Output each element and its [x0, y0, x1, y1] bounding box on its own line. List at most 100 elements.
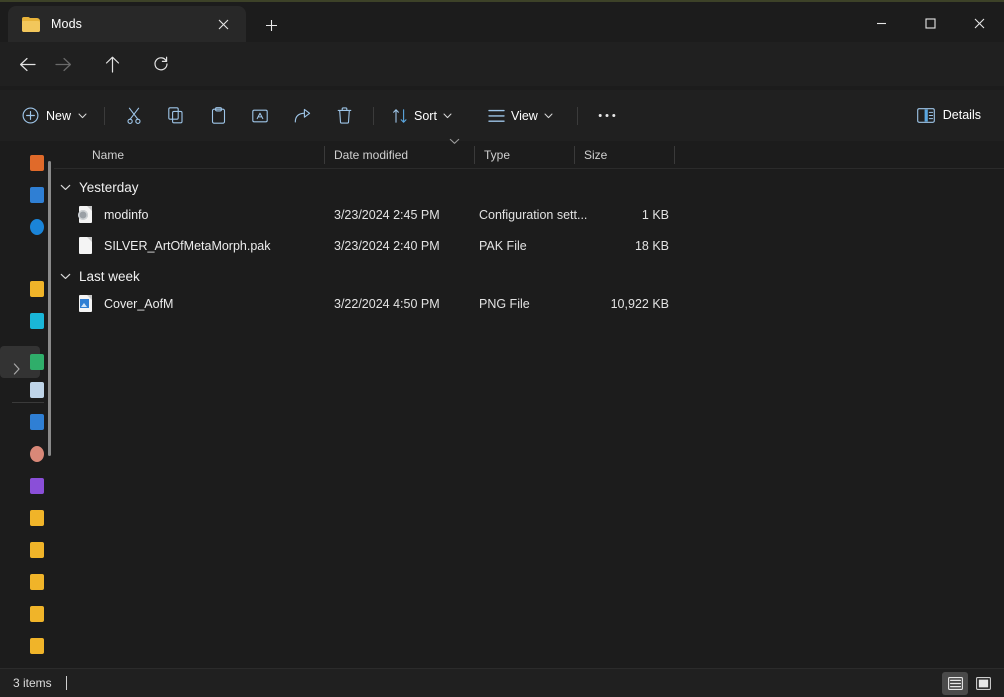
- group-header-label: Yesterday: [79, 180, 139, 195]
- config-file-icon: [78, 206, 93, 224]
- nav-pane-item[interactable]: [30, 446, 44, 462]
- file-size-cell: 18 KB: [554, 239, 669, 253]
- sort-indicator-icon: [449, 138, 460, 145]
- tab-strip: Mods: [0, 2, 1004, 42]
- refresh-button[interactable]: [143, 48, 179, 80]
- view-button-label: View: [511, 109, 538, 123]
- rename-button[interactable]: [243, 100, 277, 132]
- nav-pane-item[interactable]: [30, 414, 44, 430]
- image-file-icon: [78, 295, 93, 313]
- view-button[interactable]: View: [480, 100, 561, 132]
- view-lines-icon: [488, 109, 505, 123]
- file-type-cell: PNG File: [479, 297, 530, 311]
- nav-pane-item[interactable]: [30, 187, 44, 203]
- chevron-down-icon: [60, 184, 71, 191]
- nav-pane-expand-icon[interactable]: [8, 360, 26, 378]
- group-header-yesterday[interactable]: Yesterday: [60, 175, 139, 199]
- file-name: SILVER_ArtOfMetaMorph.pak: [104, 239, 271, 253]
- nav-pane-item[interactable]: [30, 542, 44, 558]
- ellipsis-icon: [598, 113, 616, 118]
- scissors-icon: [126, 107, 142, 124]
- nav-pane-item[interactable]: [30, 638, 44, 654]
- file-date-cell: 3/22/2024 4:50 PM: [334, 297, 440, 311]
- column-header-type[interactable]: Type: [474, 141, 574, 169]
- chevron-down-icon: [60, 273, 71, 280]
- file-type-cell: PAK File: [479, 239, 527, 253]
- clipboard-icon: [211, 107, 226, 124]
- chevron-down-icon: [78, 113, 87, 119]
- column-header-name[interactable]: Name: [82, 141, 324, 169]
- nav-pane-item[interactable]: [30, 281, 44, 297]
- details-view-toggle[interactable]: [942, 672, 968, 695]
- nav-pane-item[interactable]: [30, 606, 44, 622]
- table-row[interactable]: Cover_AofM 3/22/2024 4:50 PM PNG File 10…: [54, 291, 1004, 317]
- header-underline: [54, 168, 1004, 169]
- close-button[interactable]: [955, 4, 1004, 42]
- file-name: modinfo: [104, 208, 148, 222]
- file-name-cell: Cover_AofM: [78, 295, 173, 313]
- nav-pane-item[interactable]: [30, 354, 44, 370]
- column-header-date-modified[interactable]: Date modified: [324, 141, 474, 169]
- plus-circle-icon: [22, 107, 39, 124]
- nav-pane-item[interactable]: [30, 313, 44, 329]
- large-icons-view-toggle[interactable]: [970, 672, 996, 695]
- nav-pane-scrollbar[interactable]: [48, 161, 51, 456]
- view-toggle-group: [942, 672, 996, 695]
- sort-button[interactable]: Sort: [384, 100, 460, 132]
- file-name: Cover_AofM: [104, 297, 173, 311]
- forward-button[interactable]: [45, 48, 81, 80]
- new-button-label: New: [46, 109, 71, 123]
- details-pane-label: Details: [943, 108, 981, 122]
- details-pane-icon: [917, 108, 935, 123]
- nav-pane-divider: [12, 402, 44, 403]
- sort-arrows-icon: [392, 108, 408, 124]
- column-headers: Name Date modified Type Size: [54, 141, 1004, 169]
- file-date-cell: 3/23/2024 2:40 PM: [334, 239, 440, 253]
- cut-button[interactable]: [117, 100, 151, 132]
- nav-pane-item[interactable]: [30, 510, 44, 526]
- share-button[interactable]: [285, 100, 319, 132]
- copy-button[interactable]: [159, 100, 193, 132]
- window-controls: [857, 4, 1004, 42]
- tab-mods[interactable]: Mods: [8, 6, 246, 42]
- nav-pane-item[interactable]: [30, 574, 44, 590]
- maximize-button[interactable]: [906, 4, 955, 42]
- file-date-cell: 3/23/2024 2:45 PM: [334, 208, 440, 222]
- nav-pane-item[interactable]: [30, 478, 44, 494]
- column-header-size[interactable]: Size: [574, 141, 674, 169]
- file-size-cell: 1 KB: [554, 208, 669, 222]
- nav-pane-item[interactable]: [30, 219, 44, 235]
- status-divider: [66, 676, 67, 690]
- see-more-button[interactable]: [590, 100, 624, 132]
- folder-icon: [22, 17, 40, 32]
- tab-title: Mods: [51, 17, 210, 31]
- up-button[interactable]: [94, 48, 130, 80]
- delete-button[interactable]: [327, 100, 361, 132]
- paste-button[interactable]: [201, 100, 235, 132]
- table-row[interactable]: SILVER_ArtOfMetaMorph.pak 3/23/2024 2:40…: [54, 233, 1004, 259]
- new-button[interactable]: New: [14, 100, 96, 132]
- nav-pane-item[interactable]: [30, 382, 44, 398]
- column-divider[interactable]: [674, 146, 675, 164]
- new-tab-button[interactable]: [256, 11, 286, 39]
- navigation-bar: ... Games DragonsDogma2 Mods Search Mods: [0, 42, 1004, 86]
- item-count-label: 3 items: [13, 676, 52, 690]
- table-row[interactable]: modinfo 3/23/2024 2:45 PM Configuration …: [54, 202, 1004, 228]
- minimize-button[interactable]: [857, 4, 906, 42]
- details-pane-button[interactable]: Details: [908, 99, 990, 131]
- back-button[interactable]: [9, 48, 45, 80]
- close-icon[interactable]: [210, 11, 236, 37]
- copy-icon: [168, 107, 184, 124]
- chevron-down-icon: [544, 113, 553, 119]
- sort-button-label: Sort: [414, 109, 437, 123]
- trash-icon: [337, 107, 352, 124]
- generic-file-icon: [78, 237, 93, 255]
- divider: [373, 107, 374, 125]
- rename-icon: [252, 108, 268, 124]
- navigation-pane[interactable]: [0, 141, 54, 667]
- nav-pane-item[interactable]: [30, 155, 44, 171]
- status-bar: 3 items: [0, 668, 1004, 697]
- file-size-cell: 10,922 KB: [554, 297, 669, 311]
- command-bar: New: [0, 90, 1004, 141]
- group-header-last-week[interactable]: Last week: [60, 264, 140, 288]
